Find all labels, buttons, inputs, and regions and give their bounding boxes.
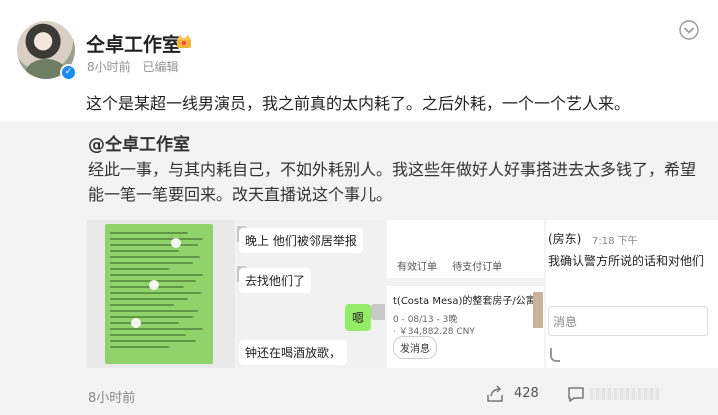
repost-card[interactable]: @仝卓工作室 经此一事，与其内耗自己，不如外耗别人。我这些年做好人好事搭进去太多… [0, 122, 718, 415]
share-icon[interactable] [485, 384, 505, 404]
blurred-watermark [590, 388, 660, 400]
message-input: 消息 [548, 306, 708, 336]
post-time[interactable]: 8小时前 [87, 60, 131, 74]
weibo-post: ✓ 仝卓工作室 8小时前 已编辑 这个是某超一线男演员，我之前真的太内耗了。之后… [0, 0, 718, 122]
image-gallery: 晚上 他们被邻居举报 去找他们了 嗯 钟还在喝酒放歌， 有效订单 待支付订单 t… [87, 220, 718, 368]
repost-text: 经此一事，与其内耗自己，不如外耗别人。我这些年做好人好事搭进去太多钱了，希望能一… [88, 160, 697, 204]
repost-footer: 8小时前 428 [0, 380, 718, 415]
message-button: 发消息 [393, 336, 437, 359]
image-chat-screenshot-2[interactable]: 晚上 他们被邻居举报 去找他们了 嗯 钟还在喝酒放歌， [237, 220, 385, 368]
edited-label[interactable]: 已编辑 [142, 60, 178, 74]
verified-icon: ✓ [60, 64, 77, 81]
chat-line: 去找他们了 [239, 268, 312, 293]
comment-icon[interactable] [566, 384, 586, 404]
host-label: (房东) [548, 232, 582, 246]
chat-line: 晚上 他们被邻居举报 [239, 228, 363, 253]
image-chat-screenshot-3[interactable]: (房东) 7:18 下午 我确认警方所说的话和对他们 消息 [546, 220, 718, 368]
listing-title: t(Costa Mesa)的整套房子/公寓 [393, 296, 536, 307]
repost-time[interactable]: 8小时前 [88, 387, 135, 406]
chat-line: 钟还在喝酒放歌， [239, 340, 348, 365]
tab-pending-orders: 待支付订单 [452, 262, 503, 273]
post-text: 这个是某超一线男演员，我之前真的太内耗了。之后外耗，一个一个艺人来。 [86, 94, 631, 113]
repost-author[interactable]: @仝卓工作室 [88, 130, 190, 155]
image-order-screenshot[interactable]: 有效订单 待支付订单 t(Costa Mesa)的整套房子/公寓 0 - 08/… [387, 220, 544, 368]
message-time: 7:18 下午 [592, 236, 638, 247]
post-meta: 8小时前 已编辑 [87, 58, 178, 75]
chat-reply: 嗯 [345, 304, 372, 331]
share-count: 428 [514, 386, 539, 401]
author-name[interactable]: 仝卓工作室 [86, 30, 181, 57]
crown-icon [177, 35, 191, 48]
tab-valid-orders: 有效订单 [397, 262, 437, 273]
chevron-down-icon[interactable] [678, 20, 700, 40]
image-chat-screenshot-1[interactable] [87, 220, 235, 368]
message-text: 我确认警方所说的话和对他们 [548, 254, 705, 268]
